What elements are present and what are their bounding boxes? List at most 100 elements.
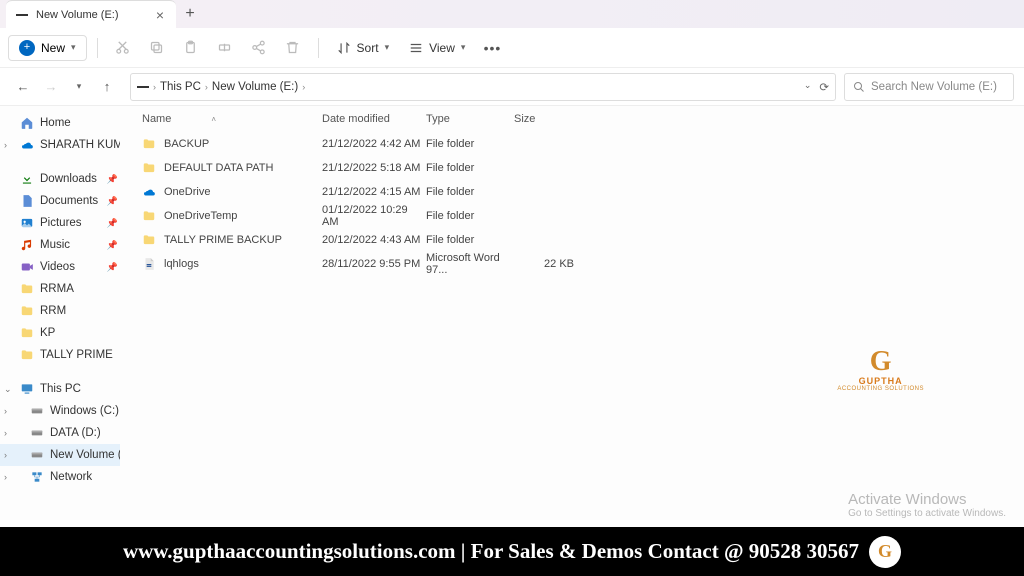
pin-icon: 📌 — [107, 174, 118, 185]
file-name: TALLY PRIME BACKUP — [164, 234, 282, 246]
column-header-date[interactable]: Date modified — [322, 113, 426, 125]
drive-icon — [16, 14, 28, 16]
sidebar-item[interactable]: Downloads 📌 — [0, 168, 120, 190]
sidebar-item[interactable]: TALLY PRIME — [0, 344, 120, 366]
file-row[interactable]: OneDriveTemp01/12/2022 10:29 AMFile fold… — [120, 204, 1024, 228]
file-row[interactable]: TALLY PRIME BACKUP 20/12/2022 4:43 AMFile… — [120, 228, 1024, 252]
file-type: Microsoft Word 97... — [426, 252, 514, 276]
file-type: File folder — [426, 186, 514, 198]
sidebar-label: Home — [40, 117, 71, 129]
close-tab-button[interactable]: × — [152, 7, 168, 23]
sidebar-label: DATA (D:) — [50, 427, 101, 439]
history-chevron-icon[interactable]: ⌄ — [804, 80, 812, 94]
rename-button[interactable] — [210, 33, 240, 63]
sidebar-item[interactable]: Music📌 — [0, 234, 120, 256]
file-type: File folder — [426, 234, 514, 246]
pin-icon: 📌 — [107, 240, 118, 251]
sidebar-label: Windows (C:) — [50, 405, 119, 417]
sidebar-item-home[interactable]: Home — [0, 112, 120, 134]
file-date: 28/11/2022 9:55 PM — [322, 258, 426, 270]
file-row[interactable]: BACKUP21/12/2022 4:42 AMFile folder — [120, 132, 1024, 156]
folder-icon — [20, 326, 34, 340]
share-button[interactable] — [244, 33, 274, 63]
sidebar-label: TALLY PRIME — [40, 349, 113, 361]
view-button[interactable]: View ▾ — [401, 37, 473, 59]
sidebar-item-this-pc[interactable]: ⌄ This PC — [0, 378, 120, 400]
videos-icon — [20, 260, 34, 274]
forward-button[interactable]: → — [38, 74, 64, 100]
file-row[interactable]: lqhlogs28/11/2022 9:55 PMMicrosoft Word … — [120, 252, 1024, 276]
chevron-down-icon: ▾ — [71, 42, 76, 53]
sidebar: Home › SHARATH KUMAR Downloads📌Documents… — [0, 106, 120, 527]
new-tab-button[interactable]: + — [176, 0, 204, 28]
chevron-down-icon: ▾ — [461, 42, 466, 53]
file-date: 21/12/2022 5:18 AM — [322, 162, 426, 174]
cut-button[interactable] — [108, 33, 138, 63]
column-headers: Name˄ Date modified Type Size — [120, 106, 1024, 132]
paste-button[interactable] — [176, 33, 206, 63]
nav-bar: ← → ▾ ↑ › This PC › New Volume (E:) › ⌄ … — [0, 68, 1024, 106]
drive-icon — [30, 404, 44, 418]
file-row[interactable]: DEFAULT DATA PATH21/12/2022 5:18 AMFile … — [120, 156, 1024, 180]
file-row[interactable]: OneDrive21/12/2022 4:15 AMFile folder — [120, 180, 1024, 204]
sidebar-label: Pictures — [40, 217, 82, 229]
recent-button[interactable]: ▾ — [66, 74, 92, 100]
file-explorer-window: New Volume (E:) × + + New ▾ Sort ▾ View … — [0, 0, 1024, 527]
drive-icon — [30, 448, 44, 462]
chevron-right-icon: › — [205, 82, 208, 92]
sidebar-item[interactable]: KP — [0, 322, 120, 344]
view-label: View — [429, 41, 455, 55]
view-icon — [409, 41, 423, 55]
document-icon — [20, 194, 34, 208]
sidebar-item[interactable]: Documents📌 — [0, 190, 120, 212]
sidebar-label: RRM — [40, 305, 66, 317]
doc-icon — [142, 257, 156, 271]
chevron-down-icon: ▾ — [385, 42, 390, 53]
sidebar-item-drive[interactable]: › DATA (D:) — [0, 422, 120, 444]
search-input[interactable]: Search New Volume (E:) — [844, 73, 1014, 101]
onedrive-icon — [20, 138, 34, 152]
new-button[interactable]: + New ▾ — [8, 35, 87, 61]
sidebar-label: This PC — [40, 383, 81, 395]
music-icon — [20, 238, 34, 252]
copy-button[interactable] — [142, 33, 172, 63]
sidebar-label: Downloads — [40, 173, 97, 185]
folder-icon — [20, 304, 34, 318]
more-button[interactable]: ••• — [477, 40, 507, 56]
breadcrumb[interactable]: New Volume (E:) — [212, 81, 298, 93]
separator — [97, 38, 98, 58]
back-button[interactable]: ← — [10, 74, 36, 100]
sort-button[interactable]: Sort ▾ — [329, 37, 398, 59]
watermark-logo: G GUPTHA ACCOUNTING SOLUTIONS — [837, 348, 924, 392]
folder-icon — [142, 137, 156, 151]
breadcrumb[interactable]: This PC — [160, 81, 201, 93]
refresh-button[interactable]: ⟳ — [819, 80, 829, 94]
file-date: 21/12/2022 4:42 AM — [322, 138, 426, 150]
sidebar-item[interactable]: Videos📌 — [0, 256, 120, 278]
sidebar-item[interactable]: RRM — [0, 300, 120, 322]
sidebar-item-drive[interactable]: ›Windows (C:) — [0, 400, 120, 422]
footer-banner: www.gupthaaccountingsolutions.com | For … — [0, 527, 1024, 576]
new-label: New — [41, 41, 65, 55]
up-button[interactable]: ↑ — [94, 74, 120, 100]
delete-button[interactable] — [278, 33, 308, 63]
chevron-right-icon: › — [153, 82, 156, 92]
chevron-right-icon: › — [4, 428, 7, 438]
column-header-type[interactable]: Type — [426, 113, 514, 125]
column-header-name[interactable]: Name˄ — [142, 113, 322, 125]
sort-label: Sort — [357, 41, 379, 55]
sidebar-item-user[interactable]: › SHARATH KUMAR — [0, 134, 120, 156]
pin-icon: 📌 — [107, 196, 118, 207]
sort-indicator-icon: ˄ — [211, 115, 216, 124]
sidebar-item-drive[interactable]: ›Network — [0, 466, 120, 488]
sidebar-item[interactable]: Pictures📌 — [0, 212, 120, 234]
sidebar-label: RRMA — [40, 283, 74, 295]
sidebar-label: New Volume (E:) — [50, 449, 120, 461]
column-header-size[interactable]: Size — [514, 113, 584, 125]
address-bar[interactable]: › This PC › New Volume (E:) › ⌄ ⟳ — [130, 73, 836, 101]
sidebar-item-drive[interactable]: ›New Volume (E:) — [0, 444, 120, 466]
sidebar-item[interactable]: RRMA — [0, 278, 120, 300]
file-date: 20/12/2022 4:43 AM — [322, 234, 426, 246]
chevron-down-icon: ⌄ — [4, 384, 12, 395]
tab-active[interactable]: New Volume (E:) × — [6, 0, 176, 28]
